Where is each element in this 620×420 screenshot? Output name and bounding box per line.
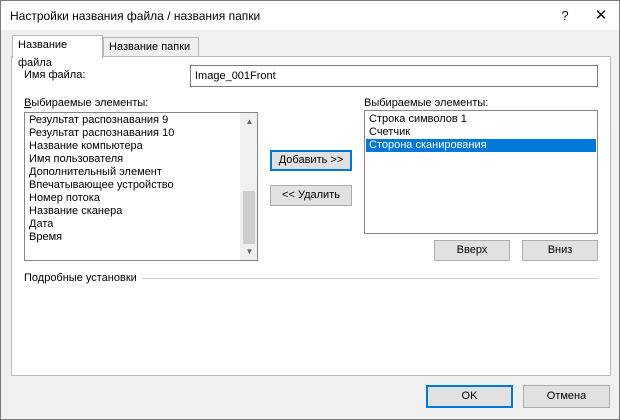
tab-file-name[interactable]: Название файла: [12, 35, 103, 69]
scrollbar-thumb[interactable]: [243, 191, 255, 244]
selected-items-list[interactable]: Строка символов 1 Счетчик Сторона сканир…: [364, 110, 598, 234]
list-item[interactable]: Дополнительный элемент: [26, 166, 242, 179]
available-items-label-text: ыбираемые элементы:: [31, 97, 149, 109]
tab-panel: Имя файла: Image_001Front Выбираемые эле…: [11, 56, 611, 376]
add-button[interactable]: Добавить >>: [270, 150, 352, 171]
list-item-selected[interactable]: Сторона сканирования: [366, 139, 596, 152]
available-items-list[interactable]: Результат распознавания 9 Результат расп…: [24, 112, 258, 261]
close-icon[interactable]: ✕: [583, 1, 619, 30]
list-item[interactable]: Название компьютера: [26, 140, 242, 153]
advanced-settings-label[interactable]: Подробные установки: [24, 272, 137, 284]
tab-folder-name[interactable]: Название папки: [103, 37, 199, 57]
scroll-down-arrow-icon[interactable]: ▼: [241, 243, 257, 260]
list-item[interactable]: Результат распознавания 10: [26, 127, 242, 140]
list-item[interactable]: Время: [26, 231, 242, 244]
list-item[interactable]: Дата: [26, 218, 242, 231]
advanced-settings-divider: [142, 278, 598, 279]
dialog-window: Настройки названия файла / названия папк…: [0, 0, 620, 420]
move-down-button[interactable]: Вниз: [522, 240, 598, 261]
move-up-button[interactable]: Вверх: [434, 240, 510, 261]
remove-button[interactable]: << Удалить: [270, 185, 352, 206]
available-items-label: Выбираемые элементы:: [24, 97, 148, 109]
list-item[interactable]: Номер потока: [26, 192, 242, 205]
list-item[interactable]: Название сканера: [26, 205, 242, 218]
window-title: Настройки названия файла / названия папк…: [10, 9, 261, 23]
list-item[interactable]: Результат распознавания 9: [26, 114, 242, 127]
cancel-button[interactable]: Отмена: [523, 385, 610, 408]
list-item[interactable]: Счетчик: [366, 126, 596, 139]
file-name-input[interactable]: Image_001Front: [190, 65, 598, 87]
title-bar[interactable]: Настройки названия файла / названия папк…: [1, 1, 619, 30]
tab-bar: Название файла Название папки: [11, 35, 611, 69]
list-item[interactable]: Впечатывающее устройство: [26, 179, 242, 192]
vertical-scrollbar[interactable]: ▲ ▼: [240, 113, 257, 260]
list-item[interactable]: Имя пользователя: [26, 153, 242, 166]
selected-items-label: Выбираемые элементы:: [364, 97, 489, 109]
ok-button[interactable]: OK: [426, 385, 513, 408]
list-item[interactable]: Строка символов 1: [366, 113, 596, 126]
help-icon[interactable]: ?: [547, 1, 583, 30]
scroll-up-arrow-icon[interactable]: ▲: [241, 113, 257, 130]
